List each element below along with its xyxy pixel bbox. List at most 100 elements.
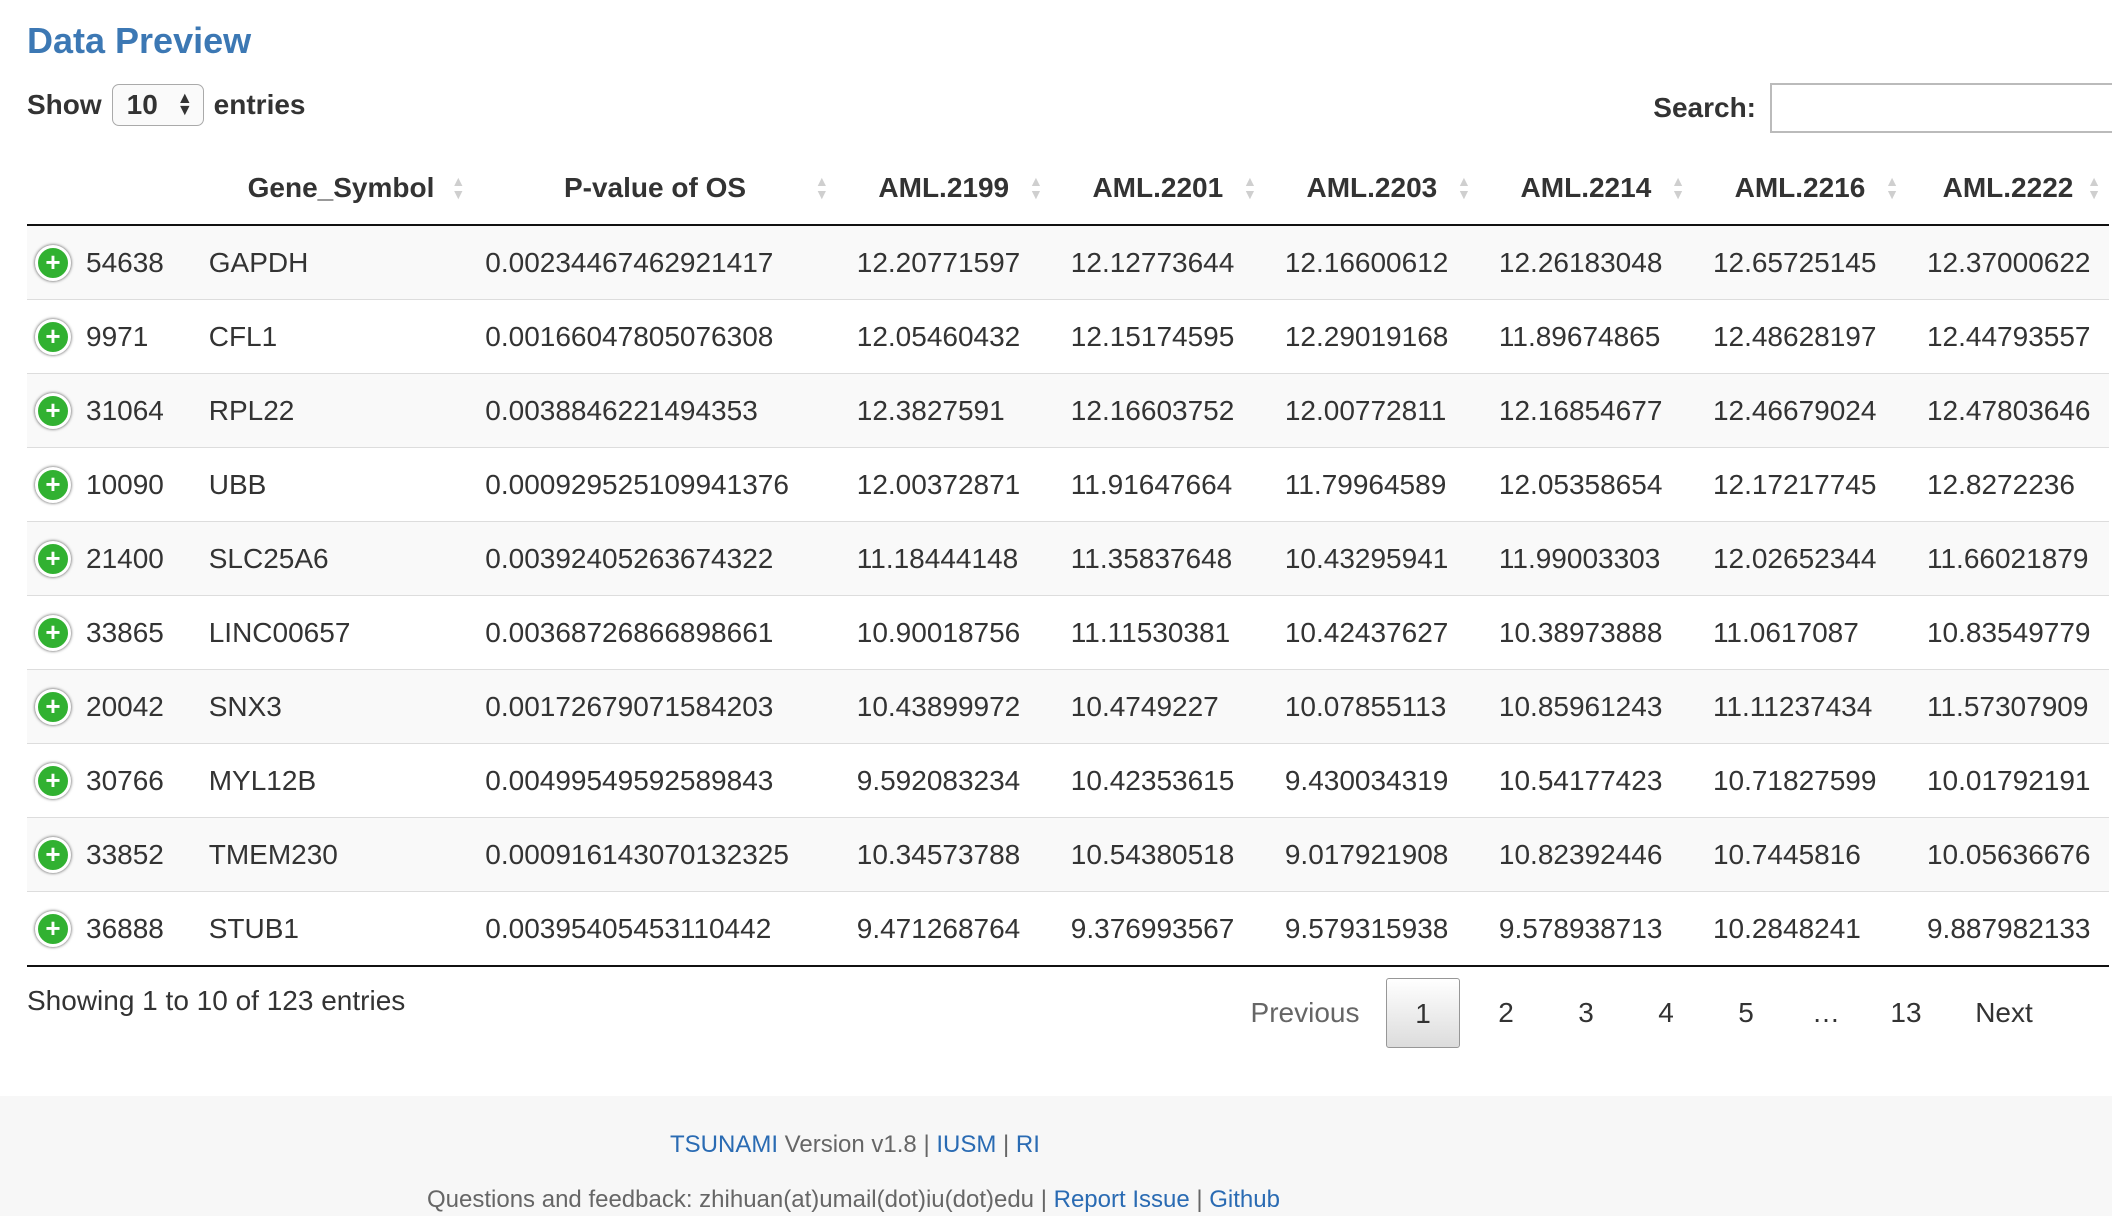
tsunami-link[interactable]: TSUNAMI bbox=[670, 1131, 778, 1158]
search-input[interactable] bbox=[1770, 83, 2112, 133]
column-header[interactable]: AML.2199 ▲ ▼ bbox=[836, 152, 1051, 226]
column-header[interactable]: Gene_Symbol ▲ ▼ bbox=[208, 152, 474, 226]
cell-value: 10.83549779 bbox=[1906, 595, 2109, 670]
previous-button[interactable]: Previous bbox=[1230, 978, 1380, 1048]
cell-value: 10.2848241 bbox=[1692, 891, 1907, 967]
column-header[interactable]: AML.2222 ▲ ▼ bbox=[1906, 152, 2109, 226]
cell-value: 9.579315938 bbox=[1264, 891, 1479, 967]
github-link[interactable]: Github bbox=[1209, 1186, 1280, 1213]
expand-row-icon[interactable]: + bbox=[35, 614, 71, 651]
cell-value: 12.29019168 bbox=[1264, 299, 1479, 374]
column-header[interactable]: AML.2214 ▲ ▼ bbox=[1478, 152, 1693, 226]
expand-row-icon[interactable]: + bbox=[35, 318, 71, 355]
cell-value: 9.471268764 bbox=[836, 891, 1051, 967]
row-id: 20042 bbox=[86, 690, 164, 722]
id-cell-wrap: +30766 bbox=[35, 762, 209, 799]
cell-value: 11.66021879 bbox=[1906, 521, 2109, 596]
cell-value: 10.82392446 bbox=[1478, 817, 1693, 892]
cell-pvalue: 0.00234467462921417 bbox=[473, 225, 837, 300]
cell-value: 11.57307909 bbox=[1906, 669, 2109, 744]
cell-value: 10.71827599 bbox=[1692, 743, 1907, 818]
cell-pvalue: 0.00392405263674322 bbox=[473, 521, 837, 596]
id-cell-wrap: +21400 bbox=[35, 540, 209, 577]
iusm-link[interactable]: IUSM bbox=[936, 1131, 996, 1158]
column-header-label: AML.2203 bbox=[1306, 172, 1438, 203]
expand-row-icon[interactable]: + bbox=[35, 244, 71, 281]
column-header[interactable]: AML.2203 ▲ ▼ bbox=[1264, 152, 1479, 226]
sort-icon: ▲ ▼ bbox=[814, 173, 829, 202]
cell-value: 11.35837648 bbox=[1050, 521, 1265, 596]
page-button[interactable]: 4 bbox=[1626, 978, 1706, 1048]
page-button[interactable]: 5 bbox=[1706, 978, 1786, 1048]
id-cell-wrap: +10090 bbox=[35, 466, 209, 503]
column-header-label: AML.2222 bbox=[1942, 172, 2074, 203]
sort-icon: ▲ ▼ bbox=[2087, 173, 2101, 202]
table-row: +33865 LINC00657 0.00368726866898661 10.900… bbox=[27, 595, 2109, 670]
cell-value: 12.37000622 bbox=[1906, 225, 2109, 300]
cell-value: 10.85961243 bbox=[1478, 669, 1693, 744]
expand-row-icon[interactable]: + bbox=[35, 910, 71, 947]
next-button[interactable]: Next bbox=[1946, 978, 2062, 1048]
sort-icon: ▲ ▼ bbox=[1028, 173, 1043, 202]
column-header-label: Gene_Symbol bbox=[247, 172, 435, 203]
cell-value: 9.578938713 bbox=[1478, 891, 1693, 967]
id-cell-wrap: +33852 bbox=[35, 836, 209, 873]
entries-select[interactable]: 10 ▲ ▼ bbox=[111, 84, 204, 126]
cell-gene-symbol: MYL12B bbox=[208, 743, 474, 818]
expand-row-icon[interactable]: + bbox=[35, 392, 71, 429]
column-header[interactable]: P-value of OS ▲ ▼ bbox=[473, 152, 837, 226]
cell-value: 10.34573788 bbox=[836, 817, 1051, 892]
cell-id: +33865 bbox=[27, 595, 209, 670]
expand-row-icon[interactable]: + bbox=[35, 688, 71, 725]
cell-id: +36888 bbox=[27, 891, 209, 967]
cell-id: +30766 bbox=[27, 743, 209, 818]
page-button[interactable]: 3 bbox=[1546, 978, 1626, 1048]
sort-icon: ▲ ▼ bbox=[1242, 173, 1257, 202]
id-cell-wrap: +33865 bbox=[35, 614, 209, 651]
cell-value: 12.05358654 bbox=[1478, 447, 1693, 522]
cell-value: 10.43295941 bbox=[1264, 521, 1479, 596]
column-header-expand bbox=[27, 152, 209, 226]
table-row: +33852 TMEM230 0.000916143070132325 10.3457… bbox=[27, 817, 2109, 892]
cell-value: 12.20771597 bbox=[836, 225, 1051, 300]
cell-id: +31064 bbox=[27, 373, 209, 448]
row-id: 36888 bbox=[86, 912, 164, 944]
feedback-text: Questions and feedback: zhihuan(at)umail… bbox=[427, 1186, 1035, 1213]
column-header[interactable]: AML.2201 ▲ ▼ bbox=[1050, 152, 1265, 226]
cell-value: 10.7445816 bbox=[1692, 817, 1907, 892]
column-header[interactable]: AML.2216 ▲ ▼ bbox=[1692, 152, 1907, 226]
row-id: 33852 bbox=[86, 838, 164, 870]
id-cell-wrap: +31064 bbox=[35, 392, 209, 429]
cell-id: +54638 bbox=[27, 225, 209, 300]
page-button-current[interactable]: 1 bbox=[1386, 978, 1460, 1048]
cell-value: 9.376993567 bbox=[1050, 891, 1265, 967]
sort-icon: ▲ ▼ bbox=[451, 173, 466, 202]
cell-gene-symbol: SLC25A6 bbox=[208, 521, 474, 596]
page-button-last[interactable]: 13 bbox=[1866, 978, 1946, 1048]
cell-pvalue: 0.00166047805076308 bbox=[473, 299, 837, 374]
cell-value: 12.00372871 bbox=[836, 447, 1051, 522]
expand-row-icon[interactable]: + bbox=[35, 836, 71, 873]
ri-link[interactable]: RI bbox=[1016, 1131, 1040, 1158]
footer-feedback-line: Questions and feedback: zhihuan(at)umail… bbox=[427, 1186, 1280, 1214]
expand-row-icon[interactable]: + bbox=[35, 540, 71, 577]
report-issue-link[interactable]: Report Issue bbox=[1054, 1186, 1190, 1213]
search-box: Search: bbox=[1653, 83, 2112, 133]
cell-value: 12.48628197 bbox=[1692, 299, 1907, 374]
expand-row-icon[interactable]: + bbox=[35, 466, 71, 503]
cell-id: +9971 bbox=[27, 299, 209, 374]
column-header-label: P-value of OS bbox=[563, 172, 747, 203]
cell-value: 11.79964589 bbox=[1264, 447, 1479, 522]
sort-icon: ▲ ▼ bbox=[1885, 173, 1899, 202]
cell-value: 12.8272236 bbox=[1906, 447, 2109, 522]
cell-value: 12.3827591 bbox=[836, 373, 1051, 448]
cell-value: 10.54380518 bbox=[1050, 817, 1265, 892]
cell-value: 10.38973888 bbox=[1478, 595, 1693, 670]
id-cell-wrap: +36888 bbox=[35, 910, 209, 947]
expand-row-icon[interactable]: + bbox=[35, 762, 71, 799]
cell-id: +21400 bbox=[27, 521, 209, 596]
cell-value: 9.887982133 bbox=[1906, 891, 2109, 967]
cell-gene-symbol: SNX3 bbox=[208, 669, 474, 744]
cell-value: 12.44793557 bbox=[1906, 299, 2109, 374]
page-button[interactable]: 2 bbox=[1466, 978, 1546, 1048]
